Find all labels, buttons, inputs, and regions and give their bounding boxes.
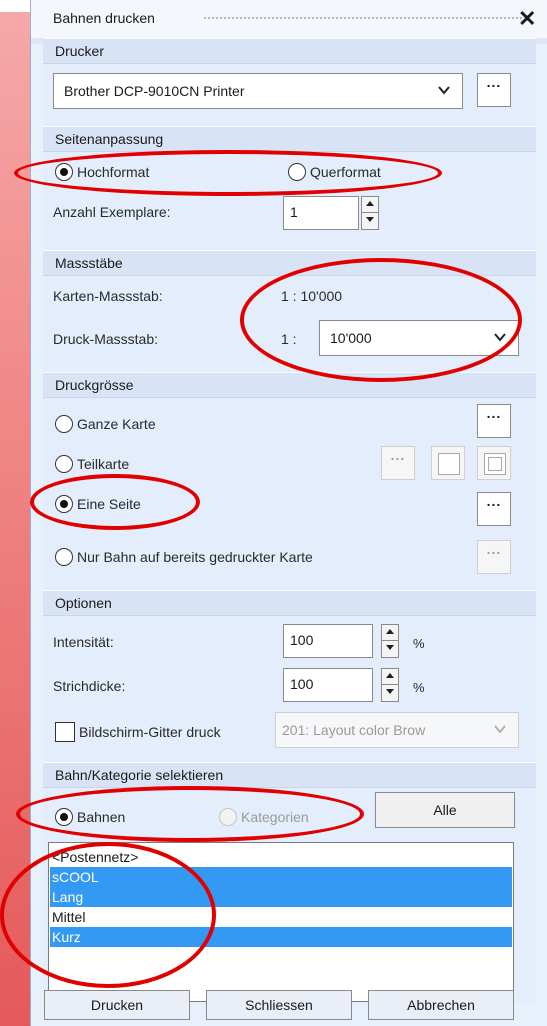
one-page-radio[interactable] bbox=[55, 495, 73, 513]
more-icon: ... bbox=[486, 405, 502, 421]
list-item[interactable]: Mittel bbox=[50, 907, 512, 927]
chevron-down-icon bbox=[494, 725, 506, 734]
grid-color-value: 201: Layout color Brow bbox=[282, 722, 426, 738]
section-scales: Massstäbe bbox=[43, 250, 536, 276]
section-page-setup-title: Seitenanpassung bbox=[55, 131, 164, 147]
chevron-down-icon bbox=[438, 86, 450, 95]
more-icon: ... bbox=[390, 447, 406, 463]
line-width-input[interactable]: 100 bbox=[283, 668, 373, 702]
close-icon[interactable]: ✕ bbox=[518, 6, 536, 32]
partial-map-radio[interactable] bbox=[55, 455, 73, 473]
print-scale-select[interactable]: 10'000 bbox=[319, 320, 519, 356]
stepper-down-icon[interactable] bbox=[382, 685, 398, 701]
categories-radio[interactable] bbox=[219, 808, 237, 826]
portrait-radio[interactable] bbox=[55, 163, 73, 181]
section-options-title: Optionen bbox=[55, 595, 112, 611]
one-page-settings-button[interactable]: ... bbox=[477, 492, 511, 526]
chevron-down-icon bbox=[494, 333, 506, 342]
rectangle-icon bbox=[438, 453, 460, 475]
cancel-button[interactable]: Abbrechen bbox=[368, 990, 514, 1020]
section-print-size-title: Druckgrösse bbox=[55, 377, 134, 393]
section-options: Optionen bbox=[43, 590, 536, 616]
intensity-unit: % bbox=[413, 636, 425, 651]
more-icon: ... bbox=[486, 541, 502, 557]
line-width-unit: % bbox=[413, 680, 425, 695]
more-icon: ... bbox=[486, 74, 502, 90]
print-scale-label: Druck-Massstab: bbox=[53, 331, 159, 347]
section-selection: Bahn/Kategorie selektieren bbox=[43, 762, 536, 788]
grid-print-checkbox[interactable] bbox=[55, 722, 75, 742]
list-item[interactable]: Kurz bbox=[50, 927, 512, 947]
print-button[interactable]: Drucken bbox=[44, 990, 190, 1020]
course-only-label: Nur Bahn auf bereits gedruckter Karte bbox=[77, 549, 313, 565]
courses-label: Bahnen bbox=[77, 809, 126, 825]
window-title: Bahnen drucken bbox=[53, 10, 155, 26]
more-icon: ... bbox=[486, 493, 502, 509]
section-page-setup: Seitenanpassung bbox=[43, 126, 536, 152]
map-scale-label: Karten-Massstab: bbox=[53, 288, 163, 304]
intensity-stepper[interactable] bbox=[381, 624, 399, 658]
section-printer-title: Drucker bbox=[55, 43, 105, 59]
landscape-radio[interactable] bbox=[288, 163, 306, 181]
portrait-label: Hochformat bbox=[77, 164, 150, 180]
printer-select-value: Brother DCP-9010CN Printer bbox=[64, 83, 245, 99]
printer-properties-button[interactable]: ... bbox=[477, 73, 511, 107]
print-scale-prefix: 1 : bbox=[281, 331, 297, 347]
list-item[interactable]: sCOOL bbox=[50, 867, 512, 887]
partial-map-settings-button[interactable]: ... bbox=[381, 446, 415, 480]
intensity-input[interactable]: 100 bbox=[283, 624, 373, 658]
section-scales-title: Massstäbe bbox=[55, 255, 123, 271]
drag-grip[interactable] bbox=[203, 16, 523, 21]
title-bar[interactable]: Bahnen drucken ✕ bbox=[31, 0, 547, 38]
whole-map-label: Ganze Karte bbox=[77, 416, 156, 432]
stepper-up-icon[interactable] bbox=[382, 625, 398, 641]
page-frame-icon bbox=[484, 453, 506, 475]
section-printer: Drucker bbox=[43, 38, 536, 64]
stepper-down-icon[interactable] bbox=[382, 641, 398, 657]
partial-map-label: Teilkarte bbox=[77, 456, 130, 472]
list-item[interactable]: <Postennetz> bbox=[50, 847, 512, 867]
course-list[interactable]: <Postennetz> sCOOL Lang Mittel Kurz bbox=[48, 842, 514, 1002]
stepper-up-icon[interactable] bbox=[382, 669, 398, 685]
select-all-button[interactable]: Alle bbox=[375, 792, 515, 828]
printer-select[interactable]: Brother DCP-9010CN Printer bbox=[53, 73, 463, 109]
select-area-button[interactable] bbox=[431, 446, 465, 480]
copies-label: Anzahl Exemplare: bbox=[53, 204, 171, 220]
course-only-radio[interactable] bbox=[55, 548, 73, 566]
map-scale-value: 1 : 10'000 bbox=[281, 288, 343, 304]
stepper-up-icon[interactable] bbox=[362, 197, 378, 213]
line-width-label: Strichdicke: bbox=[53, 678, 126, 694]
print-scale-select-value: 10'000 bbox=[330, 330, 372, 346]
categories-label: Kategorien bbox=[241, 809, 309, 825]
section-selection-title: Bahn/Kategorie selektieren bbox=[55, 767, 224, 783]
stepper-down-icon[interactable] bbox=[362, 213, 378, 229]
grid-print-label: Bildschirm-Gitter druck bbox=[79, 724, 221, 740]
line-width-stepper[interactable] bbox=[381, 668, 399, 702]
whole-map-radio[interactable] bbox=[55, 415, 73, 433]
close-button[interactable]: Schliessen bbox=[206, 990, 352, 1020]
fit-page-button[interactable] bbox=[477, 446, 511, 480]
courses-radio[interactable] bbox=[55, 808, 73, 826]
landscape-label: Querformat bbox=[310, 164, 381, 180]
copies-input[interactable]: 1 bbox=[283, 196, 359, 230]
whole-map-settings-button[interactable]: ... bbox=[477, 404, 511, 438]
list-item[interactable]: Lang bbox=[50, 887, 512, 907]
section-print-size: Druckgrösse bbox=[43, 372, 536, 398]
intensity-label: Intensität: bbox=[53, 634, 114, 650]
grid-color-select[interactable]: 201: Layout color Brow bbox=[275, 712, 519, 748]
copies-stepper[interactable] bbox=[361, 196, 379, 230]
course-only-settings-button[interactable]: ... bbox=[477, 540, 511, 574]
one-page-label: Eine Seite bbox=[77, 496, 141, 512]
